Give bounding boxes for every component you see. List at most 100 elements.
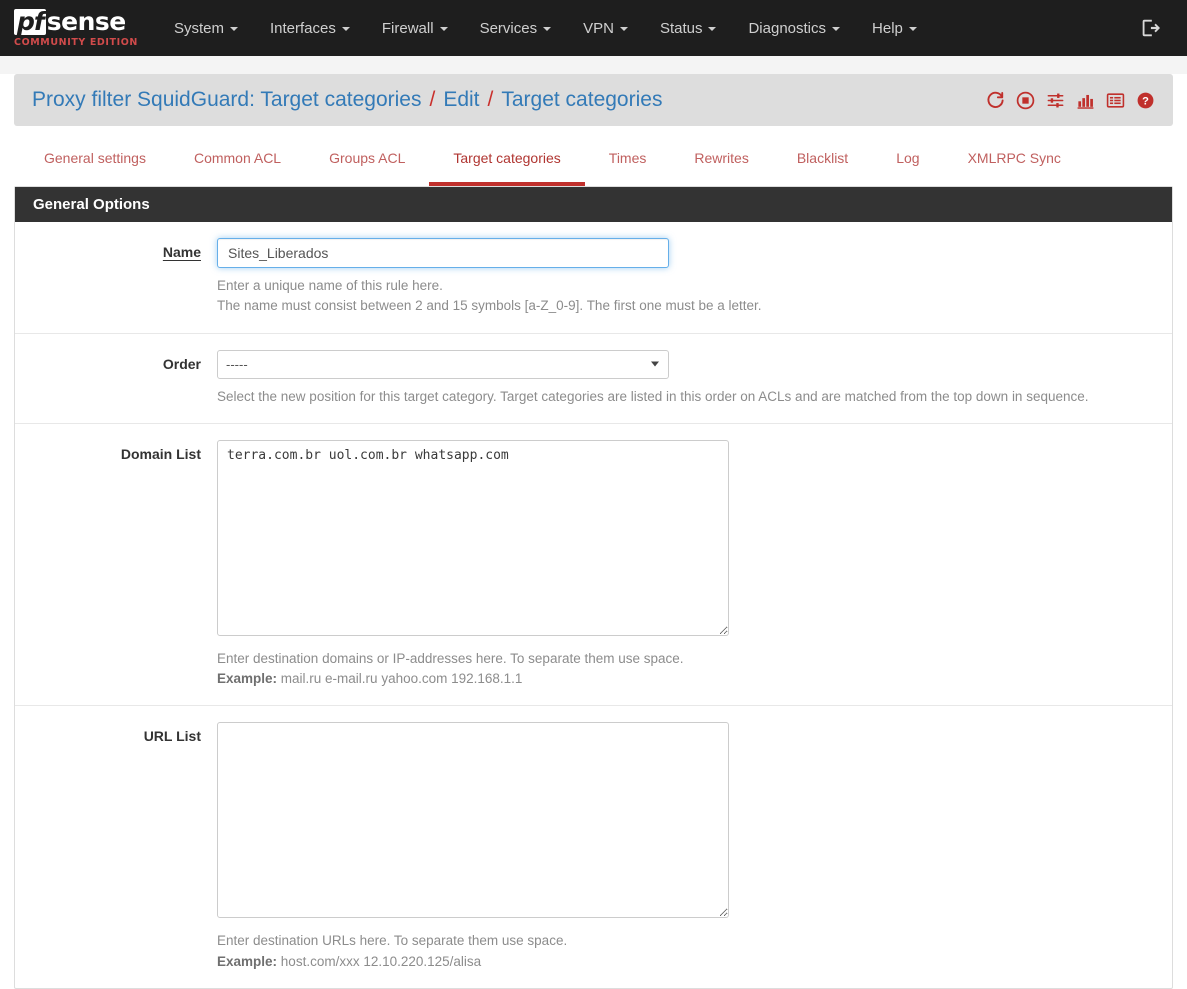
- form-row-url-list: URL List Enter destination URLs here. To…: [15, 706, 1172, 988]
- nav-item-vpn[interactable]: VPN: [567, 0, 644, 56]
- restart-icon[interactable]: [985, 90, 1005, 110]
- tab-target-categories[interactable]: Target categories: [429, 150, 585, 186]
- help-name-line1: Enter a unique name of this rule here.: [217, 278, 443, 293]
- breadcrumb: Proxy filter SquidGuard: Target categori…: [32, 88, 662, 112]
- tab-label: Times: [608, 150, 647, 166]
- nav-item-label: Help: [872, 19, 903, 37]
- label-url-list: URL List: [143, 728, 201, 745]
- chevron-down-icon: [619, 27, 628, 31]
- help-name-line2: The name must consist between 2 and 15 s…: [217, 298, 762, 314]
- nav-item-status[interactable]: Status: [644, 0, 733, 56]
- stop-icon[interactable]: [1015, 90, 1035, 110]
- breadcrumb-item-root[interactable]: Proxy filter SquidGuard: Target categori…: [32, 88, 421, 112]
- breadcrumb-item-current[interactable]: Target categories: [501, 88, 662, 112]
- control-wrap-domain-list: terra.com.br uol.com.br whatsapp.com Ent…: [217, 439, 1172, 690]
- nav-item-firewall[interactable]: Firewall: [366, 0, 464, 56]
- label-order: Order: [162, 355, 201, 372]
- label-domain-list: Domain List: [120, 445, 201, 462]
- logo-pf-text: pf: [14, 8, 46, 35]
- help-order: Select the new position for this target …: [217, 387, 1144, 407]
- chevron-down-icon: [230, 27, 238, 31]
- nav-item-label: Firewall: [381, 19, 434, 37]
- tab-log[interactable]: Log: [872, 150, 943, 186]
- tab-label: Log: [896, 150, 920, 166]
- tab-times[interactable]: Times: [585, 150, 671, 186]
- tab-common-acl[interactable]: Common ACL: [170, 150, 305, 186]
- tab-label: XMLRPC Sync: [967, 150, 1061, 166]
- logout-icon[interactable]: [1139, 17, 1161, 39]
- form-row-domain-list: Domain List terra.com.br uol.com.br what…: [15, 424, 1172, 707]
- nav-item-interfaces[interactable]: Interfaces: [254, 0, 366, 56]
- tab-label: Target categories: [453, 150, 561, 166]
- tab-label: Rewrites: [694, 150, 749, 166]
- nav-item-system[interactable]: System: [158, 0, 254, 56]
- header-action-icons: ?: [985, 90, 1155, 110]
- logo-sense-text: sense: [46, 7, 126, 37]
- nav-item-label: Interfaces: [270, 19, 336, 37]
- breadcrumb-bar: Proxy filter SquidGuard: Target categori…: [14, 74, 1173, 126]
- control-wrap-name: Enter a unique name of this rule here. T…: [217, 238, 1172, 317]
- help-url-list-example: Example: host.com/xxx 12.10.220.125/alis…: [217, 952, 1144, 972]
- order-select[interactable]: -----: [217, 349, 669, 379]
- logo-wordmark: pf sense: [14, 7, 126, 37]
- help-url-list: Enter destination URLs here. To separate…: [217, 931, 1144, 972]
- tab-label: Common ACL: [193, 150, 282, 166]
- log-list-icon[interactable]: [1105, 90, 1125, 110]
- domain-list-textarea[interactable]: terra.com.br uol.com.br whatsapp.com: [217, 439, 729, 636]
- tab-xmlrpc-sync[interactable]: XMLRPC Sync: [944, 150, 1085, 186]
- nav-menu: System Interfaces Firewall Services VPN …: [158, 0, 933, 56]
- tab-groups-acl[interactable]: Groups ACL: [305, 150, 429, 186]
- chevron-down-icon: [543, 27, 552, 31]
- nav-item-help[interactable]: Help: [856, 0, 933, 56]
- tab-label: Groups ACL: [329, 150, 406, 166]
- sliders-icon[interactable]: [1045, 90, 1065, 110]
- tab-bar: General settings Common ACL Groups ACL T…: [14, 130, 1173, 186]
- help-example-label: Example:: [217, 671, 278, 686]
- nav-item-services[interactable]: Services: [464, 0, 568, 56]
- tab-blacklist[interactable]: Blacklist: [773, 150, 872, 186]
- page-container: Proxy filter SquidGuard: Target categori…: [0, 74, 1187, 989]
- nav-item-label: VPN: [583, 19, 614, 37]
- general-options-panel: General Options Name Enter a unique name…: [14, 186, 1173, 989]
- svg-text:?: ?: [1142, 95, 1149, 107]
- breadcrumb-item-edit[interactable]: Edit: [443, 88, 479, 112]
- tab-rewrites[interactable]: Rewrites: [670, 150, 772, 186]
- nav-item-diagnostics[interactable]: Diagnostics: [732, 0, 856, 56]
- help-domain-list: Enter destination domains or IP-addresse…: [217, 649, 1144, 690]
- control-wrap-order: ----- Select the new position for this t…: [217, 349, 1172, 407]
- bar-chart-icon[interactable]: [1075, 90, 1095, 110]
- navbar-right-area: [1139, 17, 1171, 39]
- help-order-line1: Select the new position for this target …: [217, 388, 1089, 404]
- help-name: Enter a unique name of this rule here. T…: [217, 276, 1144, 317]
- pfsense-logo[interactable]: pf sense COMMUNITY EDITION: [8, 5, 144, 52]
- panel-title: General Options: [15, 187, 1172, 222]
- help-example-value: mail.ru e-mail.ru yahoo.com 192.168.1.1: [280, 671, 523, 686]
- panel-body: Name Enter a unique name of this rule he…: [15, 222, 1172, 988]
- chevron-down-icon: [341, 27, 350, 31]
- order-select-wrap: -----: [217, 349, 669, 379]
- name-input[interactable]: [217, 238, 669, 268]
- help-domain-list-example: Example: mail.ru e-mail.ru yahoo.com 192…: [217, 669, 1144, 689]
- breadcrumb-separator: /: [487, 88, 494, 111]
- nav-item-label: Status: [659, 19, 703, 37]
- breadcrumb-separator: /: [429, 88, 436, 111]
- help-url-list-line1: Enter destination URLs here. To separate…: [217, 933, 568, 949]
- form-row-name: Name Enter a unique name of this rule he…: [15, 222, 1172, 334]
- chevron-down-icon: [908, 27, 917, 31]
- form-row-order: Order ----- Select the new position for …: [15, 334, 1172, 424]
- help-example-value: host.com/xxx 12.10.220.125/alisa: [280, 953, 482, 969]
- nav-item-label: System: [173, 19, 224, 37]
- top-navbar: pf sense COMMUNITY EDITION System Interfa…: [0, 0, 1187, 56]
- url-list-textarea[interactable]: [217, 722, 729, 919]
- chevron-down-icon: [832, 27, 841, 31]
- nav-item-label: Diagnostics: [748, 19, 827, 37]
- label-name: Name: [162, 244, 201, 260]
- tab-label: General settings: [44, 150, 146, 166]
- chevron-down-icon: [708, 27, 717, 31]
- tab-general-settings[interactable]: General settings: [20, 150, 170, 186]
- help-circle-icon[interactable]: ?: [1135, 90, 1155, 110]
- logo-subtitle: COMMUNITY EDITION: [14, 36, 138, 48]
- help-domain-list-line1: Enter destination domains or IP-addresse…: [217, 650, 684, 666]
- nav-item-label: Services: [479, 19, 538, 37]
- tab-label: Blacklist: [796, 150, 849, 166]
